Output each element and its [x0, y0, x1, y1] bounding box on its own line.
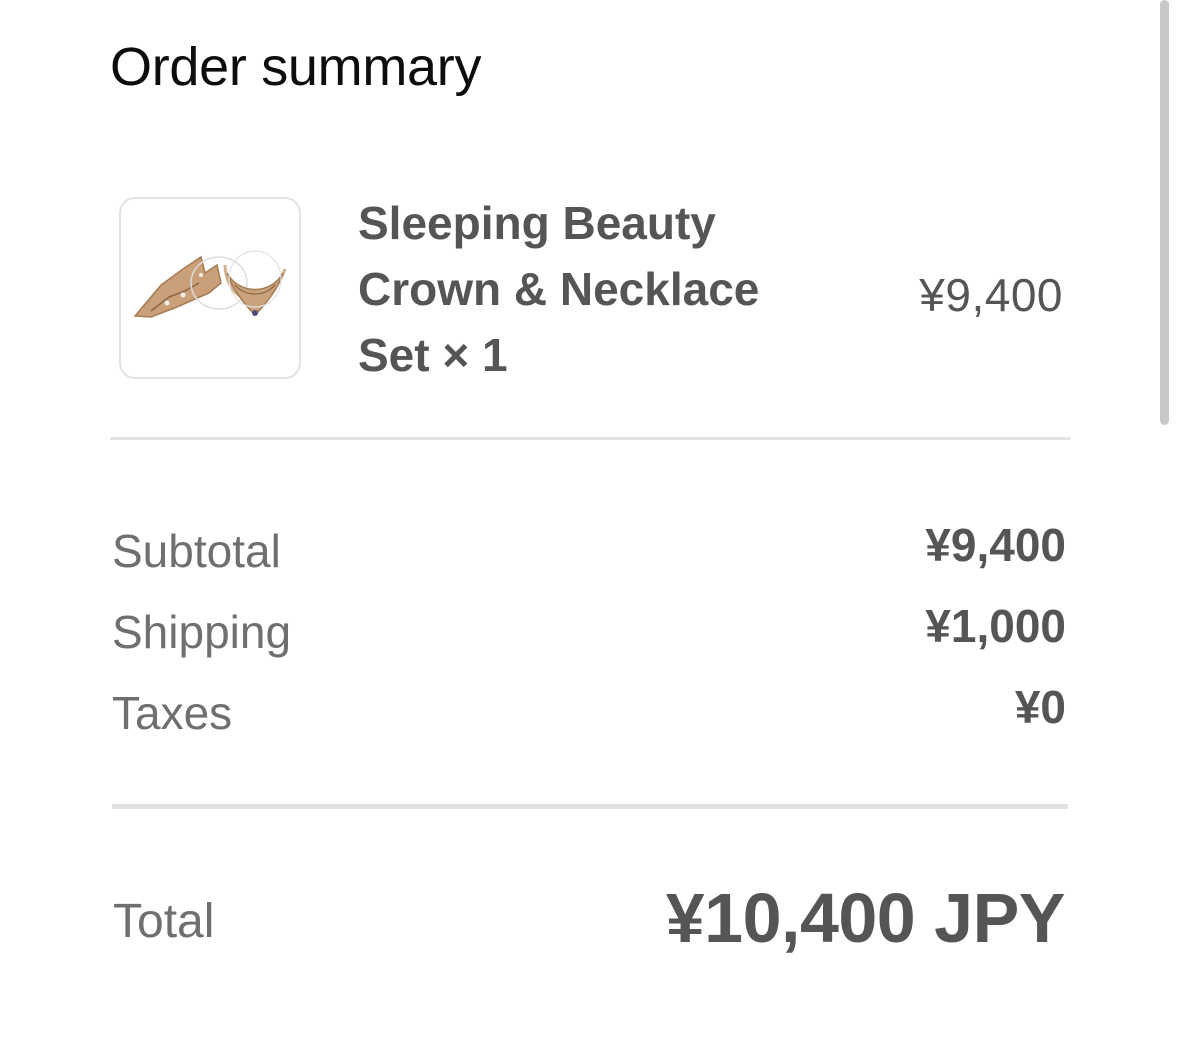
shipping-label: Shipping: [112, 606, 292, 658]
divider: [112, 804, 1068, 809]
product-title-end-with-quantity: Set × 1: [358, 329, 508, 381]
page-title: Order summary: [110, 37, 482, 97]
subtotal-value: ¥9,400: [925, 519, 1066, 571]
subtotal-row: Subtotal ¥9,400: [112, 519, 1066, 581]
total-value: ¥10,400 JPY: [665, 879, 1066, 957]
divider: [110, 437, 1070, 440]
product-thumbnail[interactable]: [119, 197, 301, 379]
product-title: Sleeping Beauty Crown & Necklace: [358, 197, 760, 315]
total-label: Total: [113, 895, 215, 948]
product-quantity: × 1: [442, 329, 508, 381]
product-name: Sleeping Beauty Crown & Necklace Set × 1: [358, 190, 818, 388]
product-title-last-word: Set: [358, 329, 430, 381]
taxes-label: Taxes: [112, 687, 233, 739]
scrollbar[interactable]: [1160, 0, 1169, 425]
subtotal-label: Subtotal: [112, 525, 281, 577]
shipping-value: ¥1,000: [925, 600, 1066, 652]
shipping-row: Shipping ¥1,000: [112, 600, 1066, 662]
crown-necklace-image: [133, 250, 287, 318]
taxes-value: ¥0: [1014, 681, 1066, 733]
taxes-row: Taxes ¥0: [112, 681, 1066, 743]
product-price: ¥9,400: [919, 269, 1063, 321]
